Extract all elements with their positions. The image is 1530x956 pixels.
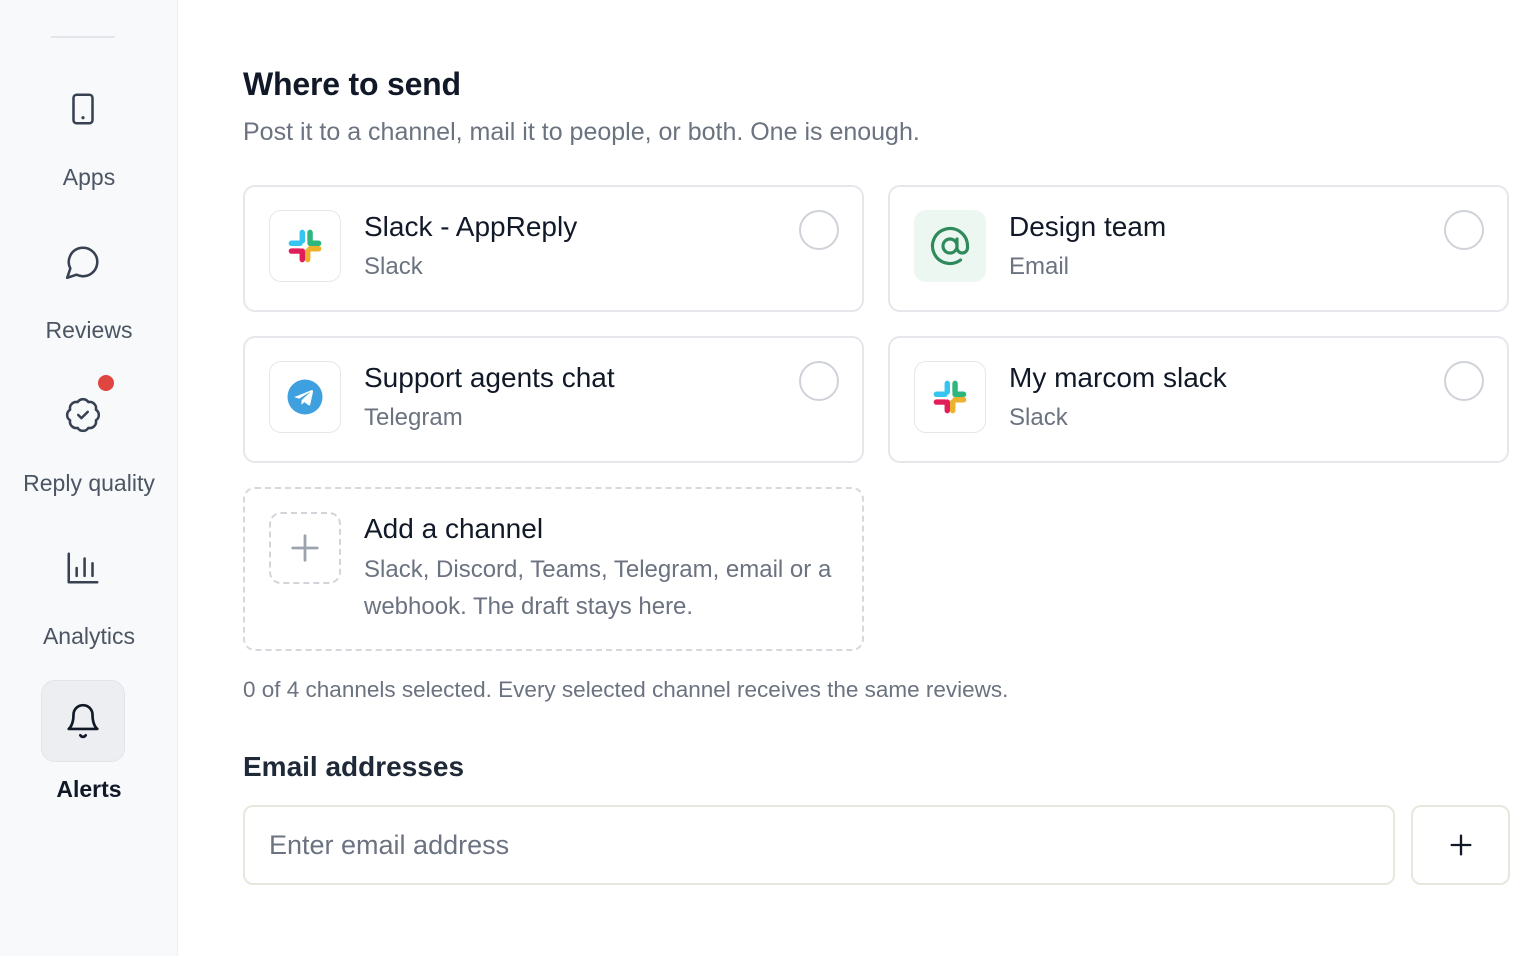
email-address-input[interactable]: [243, 805, 1395, 885]
slack-icon: [269, 210, 341, 282]
message-icon: [41, 221, 125, 303]
sidebar-item-analytics[interactable]: Analytics: [0, 527, 178, 657]
sidebar-item-label: Apps: [62, 164, 116, 190]
channel-card-design-team[interactable]: Design team Email: [888, 185, 1509, 312]
sidebar-item-apps[interactable]: Apps: [0, 68, 178, 198]
channel-radio[interactable]: [1444, 361, 1484, 401]
channel-radio[interactable]: [799, 210, 839, 250]
channel-name: My marcom slack: [1009, 362, 1227, 393]
sidebar-item-reply-quality[interactable]: Reply quality: [0, 374, 178, 504]
channel-card-support-agents-chat[interactable]: Support agents chat Telegram: [243, 336, 864, 463]
slack-icon: [914, 361, 986, 433]
telegram-icon: [269, 361, 341, 433]
sidebar-item-alerts[interactable]: Alerts: [0, 680, 178, 810]
section-title: Where to send: [243, 66, 461, 102]
channel-card-my-marcom-slack[interactable]: My marcom slack Slack: [888, 336, 1509, 463]
channel-name: Slack - AppReply: [364, 211, 578, 242]
bar-chart-icon: [41, 527, 125, 609]
channel-type: Slack: [1009, 404, 1068, 431]
add-channel-title: Add a channel: [364, 513, 544, 544]
at-sign-icon: [914, 210, 986, 282]
sidebar-item-reviews[interactable]: Reviews: [0, 221, 178, 351]
sidebar-divider: [51, 36, 115, 38]
notification-dot: [98, 375, 114, 391]
sidebar-item-label: Reviews: [45, 317, 133, 343]
bell-icon: [41, 680, 125, 762]
channel-name: Design team: [1009, 211, 1167, 242]
plus-icon: [269, 512, 341, 584]
channel-radio[interactable]: [1444, 210, 1484, 250]
channel-type: Email: [1009, 253, 1070, 280]
plus-icon: [1450, 834, 1471, 856]
channel-radio[interactable]: [799, 361, 839, 401]
sidebar: Apps Reviews Reply quality Analytics Ale…: [0, 0, 178, 956]
channel-type: Telegram: [364, 404, 463, 431]
email-addresses-heading: Email addresses: [243, 751, 465, 782]
channel-name: Support agents chat: [364, 362, 615, 393]
main-content: Where to send Post it to a channel, mail…: [243, 0, 1513, 956]
channel-card-slack-appreply[interactable]: Slack - AppReply Slack: [243, 185, 864, 312]
add-email-button[interactable]: [1411, 805, 1510, 885]
add-channel-card[interactable]: Add a channel Slack, Discord, Teams, Tel…: [243, 487, 864, 651]
sidebar-item-label: Alerts: [56, 776, 122, 802]
section-subtitle: Post it to a channel, mail it to people,…: [243, 118, 920, 146]
add-channel-description: Slack, Discord, Teams, Telegram, email o…: [364, 556, 832, 620]
sidebar-item-label: Reply quality: [23, 470, 155, 496]
app-window: Apps Reviews Reply quality Analytics Ale…: [0, 0, 1530, 956]
tablet-icon: [41, 68, 125, 150]
sidebar-item-label: Analytics: [42, 623, 136, 649]
channel-type: Slack: [364, 253, 423, 280]
channels-selected-note: 0 of 4 channels selected. Every selected…: [243, 677, 1009, 702]
